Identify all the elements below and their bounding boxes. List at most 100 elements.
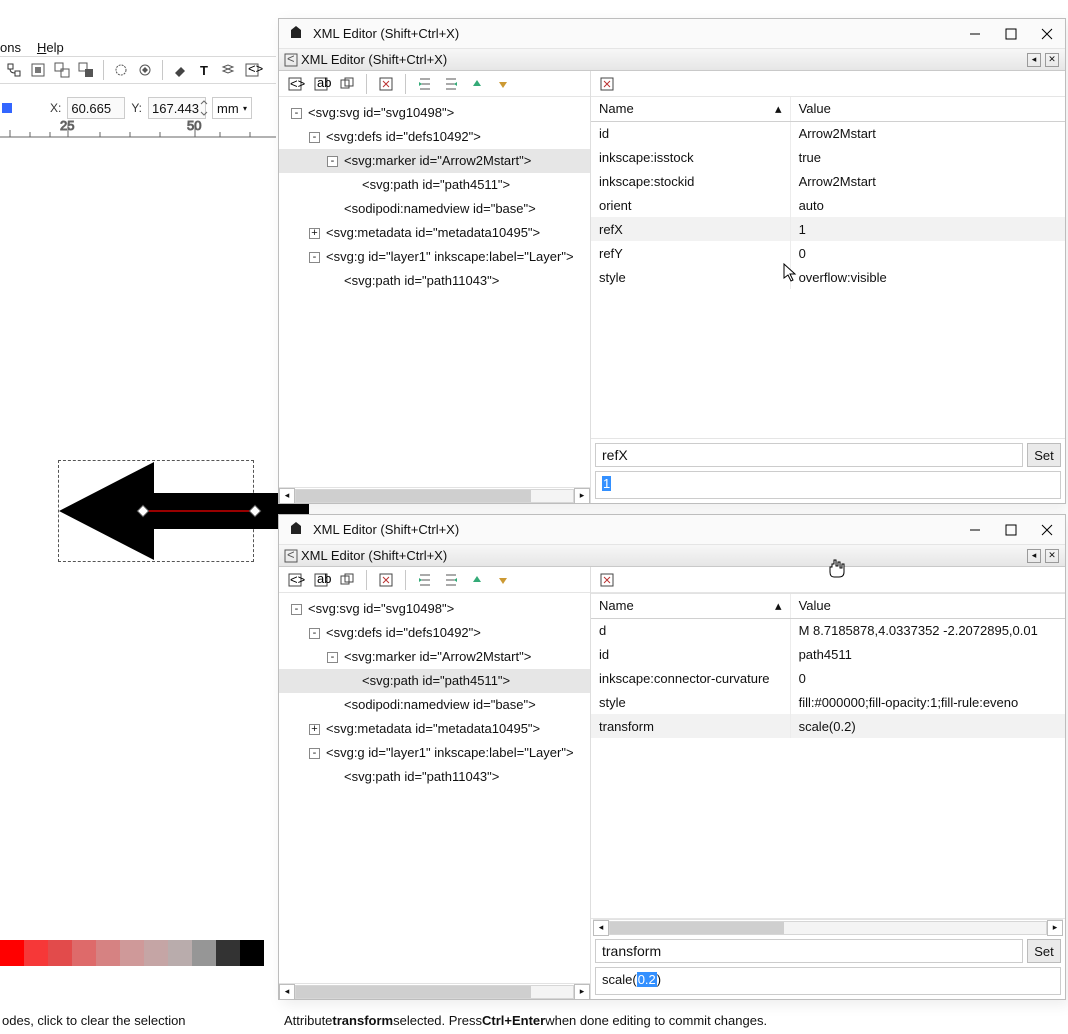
swatch[interactable] <box>216 940 240 966</box>
attr-value-input[interactable]: 1 <box>595 471 1061 499</box>
collapse-icon[interactable]: - <box>291 604 302 615</box>
swatch[interactable] <box>192 940 216 966</box>
attr-row[interactable]: stylefill:#000000;fill-opacity:1;fill-ru… <box>591 690 1065 714</box>
close-button[interactable] <box>1037 24 1057 44</box>
del-node-button[interactable] <box>376 570 396 590</box>
move-up-button[interactable] <box>467 570 487 590</box>
panel-titlebar[interactable]: < XML Editor (Shift+Ctrl+X) ◂ ✕ <box>279 545 1065 567</box>
indent-button[interactable] <box>415 570 435 590</box>
attr-row[interactable]: orientauto <box>591 193 1065 217</box>
panel-collapse-button[interactable]: ◂ <box>1027 549 1041 563</box>
xml-tree[interactable]: -<svg:svg id="svg10498">-<svg:defs id="d… <box>279 97 590 487</box>
new-text-button[interactable]: ab <box>311 570 331 590</box>
swatch[interactable] <box>48 940 72 966</box>
collapse-icon[interactable]: - <box>309 748 320 759</box>
tree-node[interactable]: <sodipodi:namedview id="base"> <box>279 693 590 717</box>
attr-table[interactable]: Name▴ Value dM 8.7185878,4.0337352 -2.20… <box>591 593 1065 919</box>
tb-2[interactable] <box>52 60 72 80</box>
tree-node[interactable]: <sodipodi:namedview id="base"> <box>279 197 590 221</box>
tree-hscroll[interactable]: ◂▸ <box>279 983 590 999</box>
collapse-icon[interactable]: - <box>309 628 320 639</box>
outdent-button[interactable] <box>441 74 461 94</box>
xml-tree[interactable]: -<svg:svg id="svg10498">-<svg:defs id="d… <box>279 593 590 983</box>
swatch[interactable] <box>72 940 96 966</box>
tb-xml[interactable]: <> <box>242 60 262 80</box>
main-menu[interactable]: ons Help <box>0 36 64 58</box>
tree-node[interactable]: -<svg:defs id="defs10492"> <box>279 125 590 149</box>
tree-node[interactable]: <svg:path id="path11043"> <box>279 765 590 789</box>
tree-node[interactable]: -<svg:marker id="Arrow2Mstart"> <box>279 149 590 173</box>
attr-row[interactable]: dM 8.7185878,4.0337352 -2.2072895,0.01 <box>591 618 1065 642</box>
tree-hscroll[interactable]: ◂▸ <box>279 487 590 503</box>
tb-3[interactable] <box>76 60 96 80</box>
attr-hscroll[interactable]: ◂▸ <box>593 919 1063 935</box>
new-node-button[interactable]: <> <box>285 570 305 590</box>
collapse-icon[interactable]: - <box>309 252 320 263</box>
tree-node[interactable]: +<svg:metadata id="metadata10495"> <box>279 717 590 741</box>
swatch[interactable] <box>168 940 192 966</box>
collapse-icon[interactable]: - <box>309 132 320 143</box>
attr-value-input[interactable]: scale(0.2) <box>595 967 1061 995</box>
minimize-button[interactable] <box>965 24 985 44</box>
attr-row[interactable]: transformscale(0.2) <box>591 714 1065 738</box>
indent-button[interactable] <box>415 74 435 94</box>
minimize-button[interactable] <box>965 520 985 540</box>
maximize-button[interactable] <box>1001 24 1021 44</box>
dup-node-button[interactable] <box>337 74 357 94</box>
expand-icon[interactable]: + <box>309 724 320 735</box>
swatch[interactable] <box>96 940 120 966</box>
attr-row[interactable]: idpath4511 <box>591 642 1065 666</box>
panel-collapse-button[interactable]: ◂ <box>1027 53 1041 67</box>
tree-node[interactable]: <svg:path id="path11043"> <box>279 269 590 293</box>
tree-node[interactable]: -<svg:marker id="Arrow2Mstart"> <box>279 645 590 669</box>
tree-node[interactable]: <svg:path id="path4511"> <box>279 669 590 693</box>
move-down-button[interactable] <box>493 74 513 94</box>
collapse-icon[interactable]: - <box>327 652 338 663</box>
close-button[interactable] <box>1037 520 1057 540</box>
collapse-icon[interactable]: - <box>327 156 338 167</box>
attr-row[interactable]: inkscape:stockidArrow2Mstart <box>591 169 1065 193</box>
set-button[interactable]: Set <box>1027 443 1061 467</box>
tb-b[interactable] <box>135 60 155 80</box>
new-node-button[interactable]: <> <box>285 74 305 94</box>
swatch[interactable] <box>24 940 48 966</box>
selected-object[interactable] <box>58 460 254 562</box>
del-attr-button[interactable] <box>597 570 617 590</box>
window-titlebar[interactable]: XML Editor (Shift+Ctrl+X) <box>279 19 1065 49</box>
swatch[interactable] <box>0 940 24 966</box>
tb-a[interactable] <box>111 60 131 80</box>
unit-select[interactable]: mm▾ <box>212 97 252 119</box>
attr-row[interactable]: styleoverflow:visible <box>591 265 1065 289</box>
collapse-icon[interactable]: - <box>291 108 302 119</box>
tree-node[interactable]: -<svg:defs id="defs10492"> <box>279 621 590 645</box>
attr-row[interactable]: idArrow2Mstart <box>591 121 1065 145</box>
tb-layers[interactable] <box>218 60 238 80</box>
attr-name-input[interactable] <box>595 443 1023 467</box>
maximize-button[interactable] <box>1001 520 1021 540</box>
tree-node[interactable]: -<svg:g id="layer1" inkscape:label="Laye… <box>279 741 590 765</box>
swatch[interactable] <box>120 940 144 966</box>
tree-node[interactable]: <svg:path id="path4511"> <box>279 173 590 197</box>
canvas[interactable] <box>0 140 276 940</box>
panel-close-button[interactable]: ✕ <box>1045 549 1059 563</box>
swatch[interactable] <box>144 940 168 966</box>
tree-node[interactable]: -<svg:g id="layer1" inkscape:label="Laye… <box>279 245 590 269</box>
attr-row[interactable]: inkscape:isstocktrue <box>591 145 1065 169</box>
attr-row[interactable]: refY0 <box>591 241 1065 265</box>
tb-text[interactable]: T <box>194 60 214 80</box>
window-titlebar[interactable]: XML Editor (Shift+Ctrl+X) <box>279 515 1065 545</box>
swatch[interactable] <box>240 940 264 966</box>
y-field[interactable]: 167.443 <box>148 97 206 119</box>
attr-row[interactable]: inkscape:connector-curvature0 <box>591 666 1065 690</box>
new-text-button[interactable]: ab <box>311 74 331 94</box>
x-field[interactable]: 60.665 <box>67 97 125 119</box>
color-palette[interactable] <box>0 940 276 966</box>
move-up-button[interactable] <box>467 74 487 94</box>
dup-node-button[interactable] <box>337 570 357 590</box>
tb-fill[interactable] <box>170 60 190 80</box>
set-button[interactable]: Set <box>1027 939 1061 963</box>
panel-titlebar[interactable]: < XML Editor (Shift+Ctrl+X) ◂ ✕ <box>279 49 1065 71</box>
tree-node[interactable]: -<svg:svg id="svg10498"> <box>279 101 590 125</box>
tree-node[interactable]: -<svg:svg id="svg10498"> <box>279 597 590 621</box>
tree-node[interactable]: +<svg:metadata id="metadata10495"> <box>279 221 590 245</box>
